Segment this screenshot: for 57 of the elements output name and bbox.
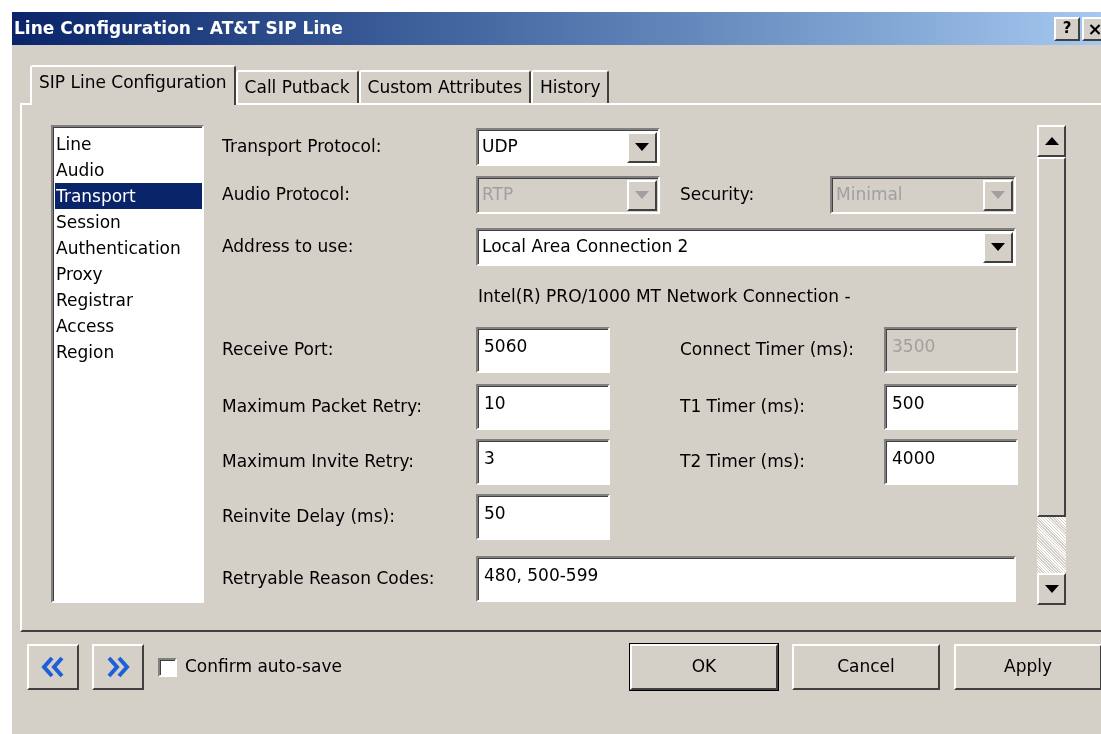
list-item[interactable]: Registrar: [55, 287, 135, 313]
scrollbar[interactable]: [1037, 125, 1066, 605]
field-label: Audio Protocol:: [222, 183, 351, 207]
text-field[interactable]: 4000: [884, 439, 1018, 485]
help-button[interactable]: ?: [1054, 16, 1080, 41]
text-field[interactable]: 5060: [476, 327, 610, 373]
list-item[interactable]: Access: [55, 313, 117, 339]
field-label: Receive Port:: [222, 338, 335, 362]
tab[interactable]: Call Putback: [235, 70, 359, 103]
dropdown-arrow-icon: [635, 143, 649, 151]
window-title: Line Configuration - AT&T SIP Line: [14, 16, 343, 40]
field-label: Address to use:: [222, 235, 355, 259]
checkbox-label[interactable]: Confirm auto-save: [185, 654, 342, 680]
dialog-button[interactable]: Cancel: [792, 644, 940, 690]
dropdown-arrow-icon: [991, 191, 1005, 199]
list-item[interactable]: Authentication: [55, 235, 183, 261]
close-button[interactable]: ×: [1082, 16, 1101, 41]
dialog-button[interactable]: OK: [630, 644, 778, 690]
dropdown[interactable]: Local Area Connection 2: [476, 228, 1016, 266]
list-item[interactable]: Audio: [55, 157, 107, 183]
list-item[interactable]: Session: [55, 209, 123, 235]
list-item[interactable]: Region: [55, 339, 117, 365]
list-item[interactable]: Transport: [55, 183, 202, 209]
tab[interactable]: Custom Attributes: [358, 70, 531, 103]
dropdown-arrow-icon: [991, 243, 1005, 251]
field-label: Security:: [680, 183, 756, 207]
field-label: T1 Timer (ms):: [680, 395, 806, 419]
list-item[interactable]: Line: [55, 131, 94, 157]
field-label: Transport Protocol:: [222, 135, 383, 159]
text-field[interactable]: 500: [884, 384, 1018, 430]
dropdown-arrow-icon: [635, 191, 649, 199]
double-chevron-right-icon: [106, 656, 130, 678]
scroll-down-icon: [1044, 585, 1059, 593]
scroll-down-button[interactable]: [1037, 573, 1066, 605]
field-label: Retryable Reason Codes:: [222, 567, 436, 591]
text-field[interactable]: 10: [476, 384, 610, 430]
field-label: Maximum Invite Retry:: [222, 450, 415, 474]
list-item[interactable]: Proxy: [55, 261, 105, 287]
text-field[interactable]: 480, 500-599: [476, 556, 1016, 602]
next-button[interactable]: [92, 644, 144, 690]
tab[interactable]: SIP Line Configuration: [30, 65, 236, 105]
text-field[interactable]: 50: [476, 494, 610, 540]
scrollbar-thumb[interactable]: [1037, 157, 1066, 517]
scroll-up-button[interactable]: [1037, 125, 1066, 157]
field-label: Maximum Packet Retry:: [222, 395, 423, 419]
previous-button[interactable]: [27, 644, 79, 690]
dialog-button[interactable]: Apply: [954, 644, 1101, 690]
field-label: T2 Timer (ms):: [680, 450, 806, 474]
text-field[interactable]: 3: [476, 439, 610, 485]
double-chevron-left-icon: [41, 656, 65, 678]
checkbox[interactable]: [158, 657, 177, 677]
scroll-up-icon: [1044, 137, 1059, 145]
tab[interactable]: History: [531, 70, 610, 103]
field-label: Reinvite Delay (ms):: [222, 505, 396, 529]
field-label: Connect Timer (ms):: [680, 338, 856, 362]
dropdown[interactable]: UDP: [476, 128, 660, 166]
adapter-description: Intel(R) PRO/1000 MT Network Connection -: [478, 285, 851, 309]
